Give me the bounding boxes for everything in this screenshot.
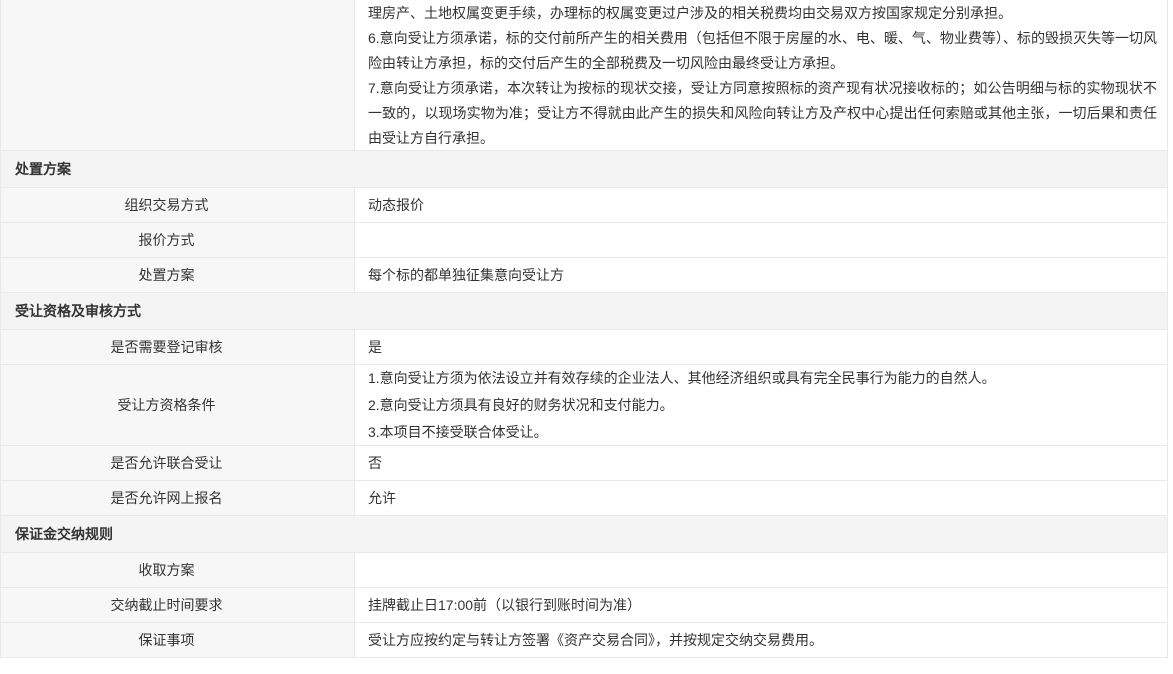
terms-paragraph: 理房产、土地权属变更手续，办理标的权属变更过户涉及的相关税费均由交易双方按国家规… [368,1,1157,26]
row-value: 动态报价 [355,188,1167,222]
row-value: 每个标的都单独征集意向受让方 [355,258,1167,292]
row-label-empty [1,0,355,150]
section-header-deposit-rules: 保证金交纳规则 [1,516,1167,553]
section-title: 处置方案 [15,159,71,179]
table-row-online-signup: 是否允许网上报名 允许 [1,481,1167,516]
terms-paragraph: 6.意向受让方须承诺，标的交付前所产生的相关费用（包括但不限于房屋的水、电、暖、… [368,26,1157,76]
section-header-disposal-plan: 处置方案 [1,151,1167,188]
row-value-text: 是 [368,338,1157,356]
row-value-text: 否 [368,454,1157,472]
row-value-transfer-terms: 理房产、土地权属变更手续，办理标的权属变更过户涉及的相关税费均由交易双方按国家规… [355,0,1167,150]
table-row-disposal-plan: 处置方案 每个标的都单独征集意向受让方 [1,258,1167,293]
qualification-line: 1.意向受让方须为依法设立并有效存续的企业法人、其他经济组织或具有完全民事行为能… [368,365,1157,392]
row-label: 处置方案 [1,258,355,292]
table-row-continuation: 理房产、土地权属变更手续，办理标的权属变更过户涉及的相关税费均由交易双方按国家规… [1,0,1167,151]
table-row-qualification-conditions: 受让方资格条件 1.意向受让方须为依法设立并有效存续的企业法人、其他经济组织或具… [1,365,1167,446]
row-label: 受让方资格条件 [1,365,355,445]
row-value-text: 动态报价 [368,196,1157,214]
section-title: 受让资格及审核方式 [15,301,141,321]
table-row-joint-transfer: 是否允许联合受让 否 [1,446,1167,481]
row-label: 是否需要登记审核 [1,330,355,364]
row-value: 挂牌截止日17:00前（以银行到账时间为准） [355,588,1167,622]
row-value-text: 每个标的都单独征集意向受让方 [368,266,1157,284]
row-value: 允许 [355,481,1167,515]
row-value: 1.意向受让方须为依法设立并有效存续的企业法人、其他经济组织或具有完全民事行为能… [355,365,1167,445]
row-label: 收取方案 [1,553,355,587]
row-label: 报价方式 [1,223,355,257]
qualification-line: 2.意向受让方须具有良好的财务状况和支付能力。 [368,392,1157,419]
asset-listing-detail-table: 理房产、土地权属变更手续，办理标的权属变更过户涉及的相关税费均由交易双方按国家规… [0,0,1168,658]
row-value-text: 受让方应按约定与转让方签署《资产交易合同》，并按规定交纳交易费用。 [368,631,1157,649]
row-label: 交纳截止时间要求 [1,588,355,622]
row-label: 组织交易方式 [1,188,355,222]
row-value: 否 [355,446,1167,480]
table-row-quote-method: 报价方式 [1,223,1167,258]
table-row-guarantee-matters: 保证事项 受让方应按约定与转让方签署《资产交易合同》，并按规定交纳交易费用。 [1,623,1167,658]
section-header-transferee-qualification: 受让资格及审核方式 [1,293,1167,330]
row-value-text: 允许 [368,489,1157,507]
table-row-trade-method: 组织交易方式 动态报价 [1,188,1167,223]
row-value [355,223,1167,257]
section-title: 保证金交纳规则 [15,524,113,544]
table-row-collection-plan: 收取方案 [1,553,1167,588]
row-label: 是否允许网上报名 [1,481,355,515]
qualification-line: 3.本项目不接受联合体受让。 [368,419,1157,446]
row-value: 受让方应按约定与转让方签署《资产交易合同》，并按规定交纳交易费用。 [355,623,1167,657]
terms-paragraph: 7.意向受让方须承诺，本次转让为按标的现状交接，受让方同意按照标的资产现有状况接… [368,76,1157,151]
row-value-text: 挂牌截止日17:00前（以银行到账时间为准） [368,596,1157,614]
table-row-registration-review: 是否需要登记审核 是 [1,330,1167,365]
row-value: 是 [355,330,1167,364]
row-value [355,553,1167,587]
row-label: 是否允许联合受让 [1,446,355,480]
table-row-payment-deadline: 交纳截止时间要求 挂牌截止日17:00前（以银行到账时间为准） [1,588,1167,623]
row-label: 保证事项 [1,623,355,657]
